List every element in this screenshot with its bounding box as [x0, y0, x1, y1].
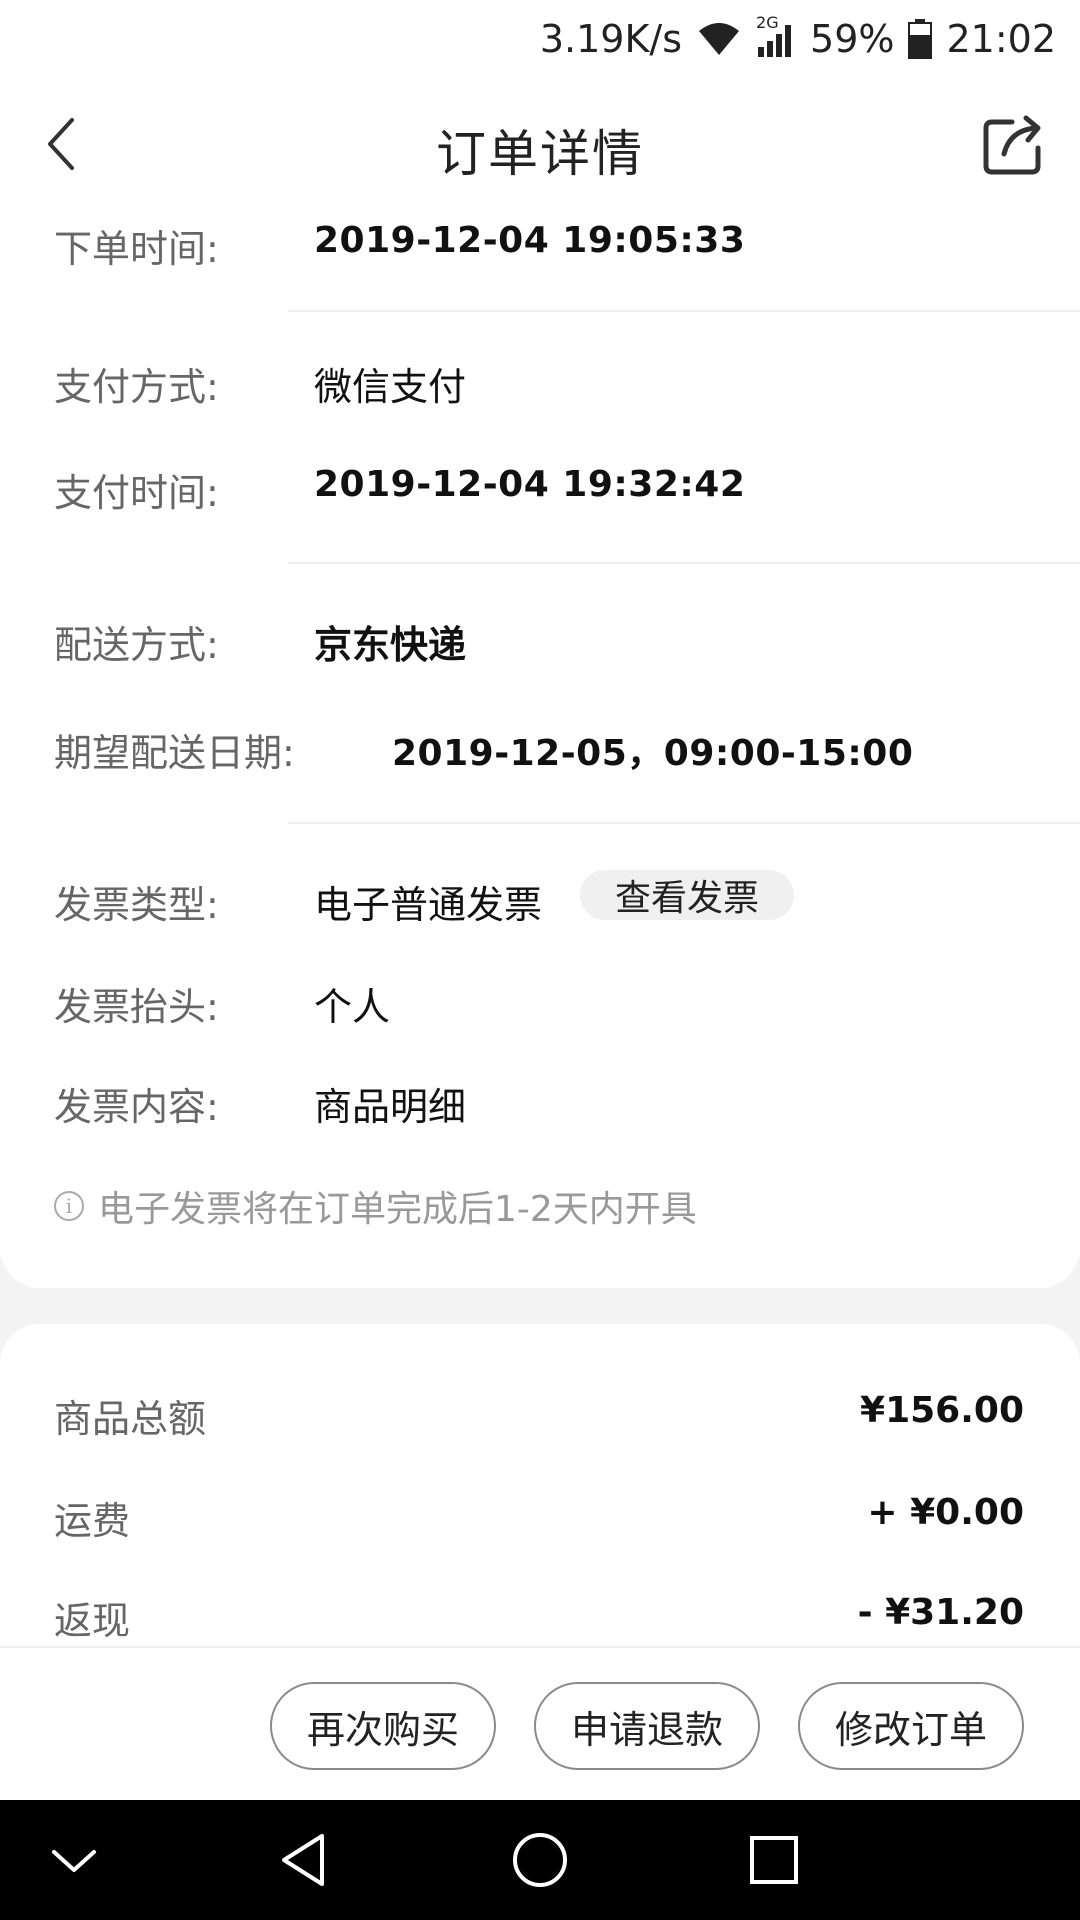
network-type: 2G	[756, 13, 779, 32]
net-speed: 3.19K/s	[539, 17, 683, 61]
share-icon[interactable]	[978, 108, 1050, 180]
goods-total-value: ¥156.00	[860, 1390, 1024, 1431]
order-time-label: 下单时间:	[54, 227, 219, 271]
battery-percent: 59%	[810, 17, 895, 61]
shipping-label: 运费	[54, 1499, 131, 1543]
invoice-title-label: 发票抬头:	[54, 985, 219, 1029]
invoice-type-label: 发票类型:	[54, 883, 219, 927]
pay-method-label: 支付方式:	[54, 365, 219, 409]
modify-order-button[interactable]: 修改订单	[798, 1682, 1024, 1770]
rebuy-button[interactable]: 再次购买	[270, 1682, 496, 1770]
invoice-note-text: 电子发票将在订单完成后1-2天内开具	[98, 1189, 697, 1230]
invoice-note: i 电子发票将在订单完成后1-2天内开具	[54, 1180, 697, 1232]
pay-time-label: 支付时间:	[54, 471, 219, 515]
action-bar: 再次购买 申请退款 修改订单	[0, 1646, 1080, 1800]
wifi-icon	[696, 21, 742, 57]
divider	[288, 310, 1080, 312]
clock: 21:02	[946, 17, 1056, 61]
divider	[288, 822, 1080, 824]
expected-date-label: 期望配送日期:	[54, 731, 295, 775]
header: 订单详情	[0, 78, 1080, 210]
pay-method-value: 微信支付	[314, 365, 467, 409]
refund-button[interactable]: 申请退款	[534, 1682, 760, 1770]
order-info-card: 下单时间: 2019-12-04 19:05:33 支付方式: 微信支付 支付时…	[0, 210, 1080, 1288]
chevron-down-icon[interactable]	[44, 1830, 104, 1890]
cashback-value: - ¥31.20	[857, 1592, 1024, 1633]
cashback-label: 返现	[54, 1599, 131, 1643]
invoice-content-value: 商品明细	[314, 1085, 467, 1129]
delivery-method-label: 配送方式:	[54, 623, 219, 667]
info-icon: i	[54, 1191, 84, 1221]
pay-time-value: 2019-12-04 19:32:42	[314, 464, 746, 505]
system-back-icon[interactable]	[276, 1830, 336, 1890]
shipping-value: + ¥0.00	[867, 1492, 1024, 1533]
order-time-value: 2019-12-04 19:05:33	[314, 220, 746, 261]
status-bar: 3.19K/s 2G 59% 21:02	[0, 0, 1080, 78]
home-icon[interactable]	[510, 1830, 570, 1890]
signal-icon: 2G	[756, 13, 796, 57]
delivery-method-value: 京东快递	[314, 623, 467, 667]
invoice-content-label: 发票内容:	[54, 1085, 219, 1129]
divider	[288, 562, 1080, 564]
recents-icon[interactable]	[744, 1830, 804, 1890]
expected-date-value: 2019-12-05，09:00-15:00	[392, 733, 914, 774]
view-invoice-button[interactable]: 查看发票	[580, 870, 794, 920]
invoice-type-value: 电子普通发票	[314, 883, 543, 927]
battery-icon	[908, 19, 933, 59]
page-title: 订单详情	[436, 125, 644, 183]
goods-total-label: 商品总额	[54, 1397, 207, 1441]
invoice-title-value: 个人	[314, 985, 391, 1029]
system-nav-bar	[0, 1800, 1080, 1920]
